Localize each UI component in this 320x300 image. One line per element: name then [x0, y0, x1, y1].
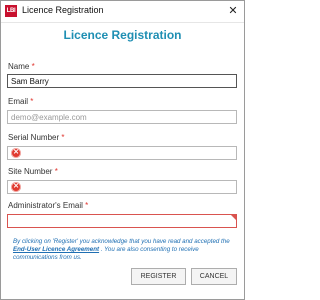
site-number-label-text: Site Number: [8, 167, 53, 176]
cancel-button[interactable]: CANCEL: [191, 268, 237, 285]
email-label-text: Email: [8, 97, 29, 106]
email-label: Email *: [8, 97, 33, 106]
validation-corner-icon: [231, 215, 236, 220]
window-title: Licence Registration: [22, 5, 104, 15]
app-logo-icon: LBI: [5, 5, 17, 17]
required-marker: *: [85, 201, 89, 210]
email-field[interactable]: demo@example.com: [7, 110, 237, 124]
error-icon: ✕: [11, 148, 21, 158]
licence-registration-window: LBI Licence Registration ✕ Licence Regis…: [0, 0, 245, 300]
name-label-text: Name: [8, 62, 30, 71]
page-title: Licence Registration: [63, 28, 182, 42]
email-field-placeholder: demo@example.com: [11, 113, 87, 122]
name-field[interactable]: Sam Barry: [7, 74, 237, 88]
serial-number-label-text: Serial Number: [8, 133, 60, 142]
name-label: Name *: [8, 62, 35, 71]
name-field-value: Sam Barry: [11, 77, 49, 86]
register-button[interactable]: REGISTER: [131, 268, 186, 285]
consent-text: By clicking on 'Register' you acknowledg…: [13, 238, 237, 262]
required-marker: *: [54, 167, 58, 176]
close-button[interactable]: ✕: [225, 4, 241, 19]
admin-email-field[interactable]: [7, 214, 237, 228]
required-marker: *: [31, 62, 35, 71]
consent-text-before: By clicking on 'Register' you acknowledg…: [13, 238, 230, 245]
required-marker: *: [30, 97, 34, 106]
admin-email-label-text: Administrator's Email: [8, 201, 83, 210]
admin-email-label: Administrator's Email *: [8, 201, 88, 210]
serial-number-field[interactable]: ✕: [7, 146, 237, 160]
error-icon: ✕: [11, 182, 21, 192]
eula-link[interactable]: End-User Licence Agreement: [13, 246, 99, 253]
site-number-label: Site Number *: [8, 167, 58, 176]
site-number-field[interactable]: ✕: [7, 180, 237, 194]
required-marker: *: [61, 133, 65, 142]
serial-number-label: Serial Number *: [8, 133, 65, 142]
title-bar: LBI Licence Registration ✕: [1, 1, 244, 23]
